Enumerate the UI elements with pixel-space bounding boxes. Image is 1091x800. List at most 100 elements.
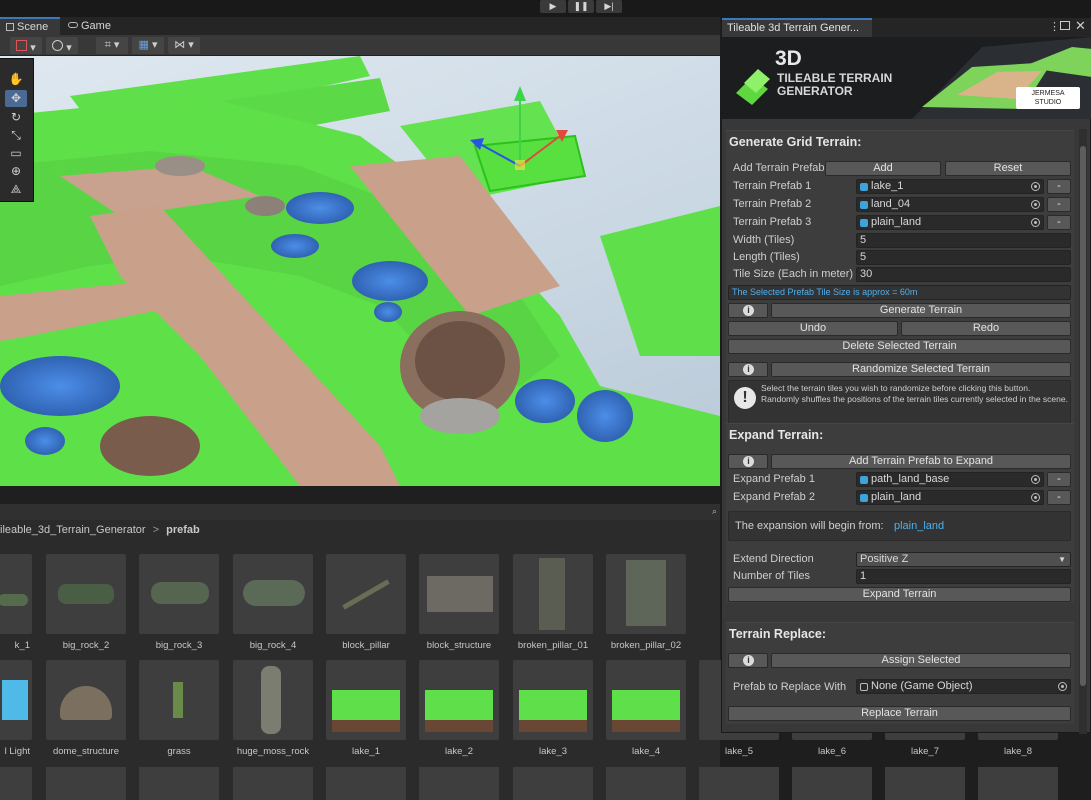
object-picker-icon[interactable]: [1031, 218, 1040, 227]
asset-tile[interactable]: lake_4: [606, 660, 686, 757]
remove-prefab-button[interactable]: -: [1047, 215, 1071, 230]
number-of-tiles-input[interactable]: 1: [856, 569, 1071, 584]
transform-tool-icon[interactable]: ⊕: [5, 163, 27, 180]
breadcrumb-item[interactable]: ileable_3d_Terrain_Generator: [0, 524, 146, 536]
redo-button[interactable]: Redo: [901, 321, 1071, 336]
tab-scene[interactable]: Scene: [0, 17, 60, 35]
grid-button[interactable]: ▦ ▾: [132, 37, 164, 54]
asset-tile[interactable]: l Light: [0, 660, 32, 757]
step-icon[interactable]: ▶|: [596, 0, 622, 13]
custom-tool-icon[interactable]: ⟁: [5, 181, 27, 198]
scale-tool-icon[interactable]: ⤡: [5, 127, 27, 144]
object-picker-icon[interactable]: [1031, 200, 1040, 209]
width-input[interactable]: 5: [856, 233, 1071, 248]
asset-tile[interactable]: big_rock_3: [139, 554, 219, 651]
generate-terrain-button[interactable]: Generate Terrain: [771, 303, 1071, 318]
asset-thumbnail[interactable]: [699, 767, 779, 800]
asset-tile[interactable]: dome_structure: [46, 660, 126, 757]
search-icon[interactable]: ⌕: [712, 506, 717, 517]
asset-tile[interactable]: block_structure: [419, 554, 499, 651]
tile-size-input[interactable]: 30: [856, 267, 1071, 282]
randomize-info-button[interactable]: i: [728, 362, 768, 377]
delete-selected-terrain-button[interactable]: Delete Selected Terrain: [728, 339, 1071, 354]
asset-label: block_pillar: [342, 640, 390, 651]
replace-prefab-field[interactable]: None (Game Object): [856, 679, 1071, 694]
terrain-prefab-field[interactable]: lake_1: [856, 179, 1044, 194]
asset-label: l Light: [4, 746, 30, 757]
info-icon: i: [743, 456, 754, 467]
reset-button[interactable]: Reset: [945, 161, 1071, 176]
expand-prefab-field[interactable]: path_land_base: [856, 472, 1044, 487]
asset-thumbnail[interactable]: [326, 767, 406, 800]
asset-thumbnail[interactable]: [513, 767, 593, 800]
remove-prefab-button[interactable]: -: [1047, 179, 1071, 194]
remove-expand-prefab-button[interactable]: -: [1047, 490, 1071, 505]
scene-viewport[interactable]: [0, 56, 720, 486]
asset-thumbnail[interactable]: [885, 767, 965, 800]
asset-tile[interactable]: broken_pillar_02: [606, 554, 686, 651]
increment-icon: ⋈: [174, 39, 186, 51]
gizmo-toggle-button[interactable]: ▾: [10, 37, 42, 54]
asset-tile[interactable]: lake_1: [326, 660, 406, 757]
generate-info-button[interactable]: i: [728, 303, 768, 318]
scrollbar-thumb[interactable]: [1080, 146, 1086, 686]
asset-tile[interactable]: lake_3: [513, 660, 593, 757]
asset-thumbnail[interactable]: [46, 767, 126, 800]
expansion-start-box: The expansion will begin from: plain_lan…: [728, 511, 1071, 541]
object-picker-icon[interactable]: [1031, 493, 1040, 502]
asset-tile[interactable]: k_1: [0, 554, 32, 651]
asset-thumbnail[interactable]: [139, 767, 219, 800]
replace-terrain-button[interactable]: Replace Terrain: [728, 706, 1071, 721]
add-prefab-button[interactable]: Add: [825, 161, 941, 176]
object-picker-icon[interactable]: [1031, 475, 1040, 484]
expand-terrain-button[interactable]: Expand Terrain: [728, 587, 1071, 602]
assign-selected-button[interactable]: Assign Selected: [771, 653, 1071, 668]
expand-prefab-field[interactable]: plain_land: [856, 490, 1044, 505]
play-icon[interactable]: ▶: [540, 0, 566, 13]
randomize-terrain-button[interactable]: Randomize Selected Terrain: [771, 362, 1071, 377]
asset-thumbnail[interactable]: [978, 767, 1058, 800]
asset-tile[interactable]: big_rock_4: [233, 554, 313, 651]
undo-button[interactable]: Undo: [728, 321, 898, 336]
window-tab[interactable]: Tileable 3d Terrain Gener...: [722, 18, 872, 37]
tab-game[interactable]: Game: [62, 17, 122, 35]
add-expand-prefab-button[interactable]: Add Terrain Prefab to Expand: [771, 454, 1071, 469]
asset-tile[interactable]: broken_pillar_01: [513, 554, 593, 651]
tab-scene-label: Scene: [17, 21, 49, 33]
global-toggle-button[interactable]: ▾: [46, 37, 78, 54]
rotate-tool-icon[interactable]: ↻: [5, 109, 27, 126]
globe-icon: [52, 40, 64, 51]
terrain-prefab-field[interactable]: plain_land: [856, 215, 1044, 230]
asset-thumbnail[interactable]: [0, 767, 32, 800]
maximize-icon[interactable]: [1060, 21, 1070, 30]
length-input[interactable]: 5: [856, 250, 1071, 265]
asset-thumbnail[interactable]: [233, 767, 313, 800]
breadcrumb-item-current[interactable]: prefab: [166, 524, 200, 536]
object-picker-icon[interactable]: [1058, 682, 1067, 691]
expand-prefab-label: Expand Prefab 2: [733, 491, 815, 503]
expand-info-button[interactable]: i: [728, 454, 768, 469]
asset-thumbnail[interactable]: [606, 767, 686, 800]
asset-tile[interactable]: big_rock_2: [46, 554, 126, 651]
remove-prefab-button[interactable]: -: [1047, 197, 1071, 212]
snap-button[interactable]: ⌗ ▾: [96, 37, 128, 54]
extend-direction-dropdown[interactable]: Positive Z ▼: [856, 552, 1071, 567]
increment-snap-button[interactable]: ⋈ ▾: [168, 37, 200, 54]
asset-tile[interactable]: lake_2: [419, 660, 499, 757]
terrain-prefab-field[interactable]: land_04: [856, 197, 1044, 212]
hand-tool-icon[interactable]: ✋: [5, 71, 27, 88]
asset-tile[interactable]: grass: [139, 660, 219, 757]
asset-tile[interactable]: huge_moss_rock: [233, 660, 313, 757]
object-picker-icon[interactable]: [1031, 182, 1040, 191]
asset-thumbnail[interactable]: [792, 767, 872, 800]
more-options-icon[interactable]: ⋮: [1049, 20, 1060, 33]
pause-icon[interactable]: ❚❚: [568, 0, 594, 13]
asset-tile[interactable]: block_pillar: [326, 554, 406, 651]
close-icon[interactable]: ✕: [1075, 18, 1086, 34]
remove-expand-prefab-button[interactable]: -: [1047, 472, 1071, 487]
rect-tool-icon[interactable]: ▭: [5, 145, 27, 162]
asset-label: lake_5: [725, 746, 753, 757]
replace-info-button[interactable]: i: [728, 653, 768, 668]
asset-thumbnail[interactable]: [419, 767, 499, 800]
move-tool-icon[interactable]: ✥: [5, 90, 27, 107]
